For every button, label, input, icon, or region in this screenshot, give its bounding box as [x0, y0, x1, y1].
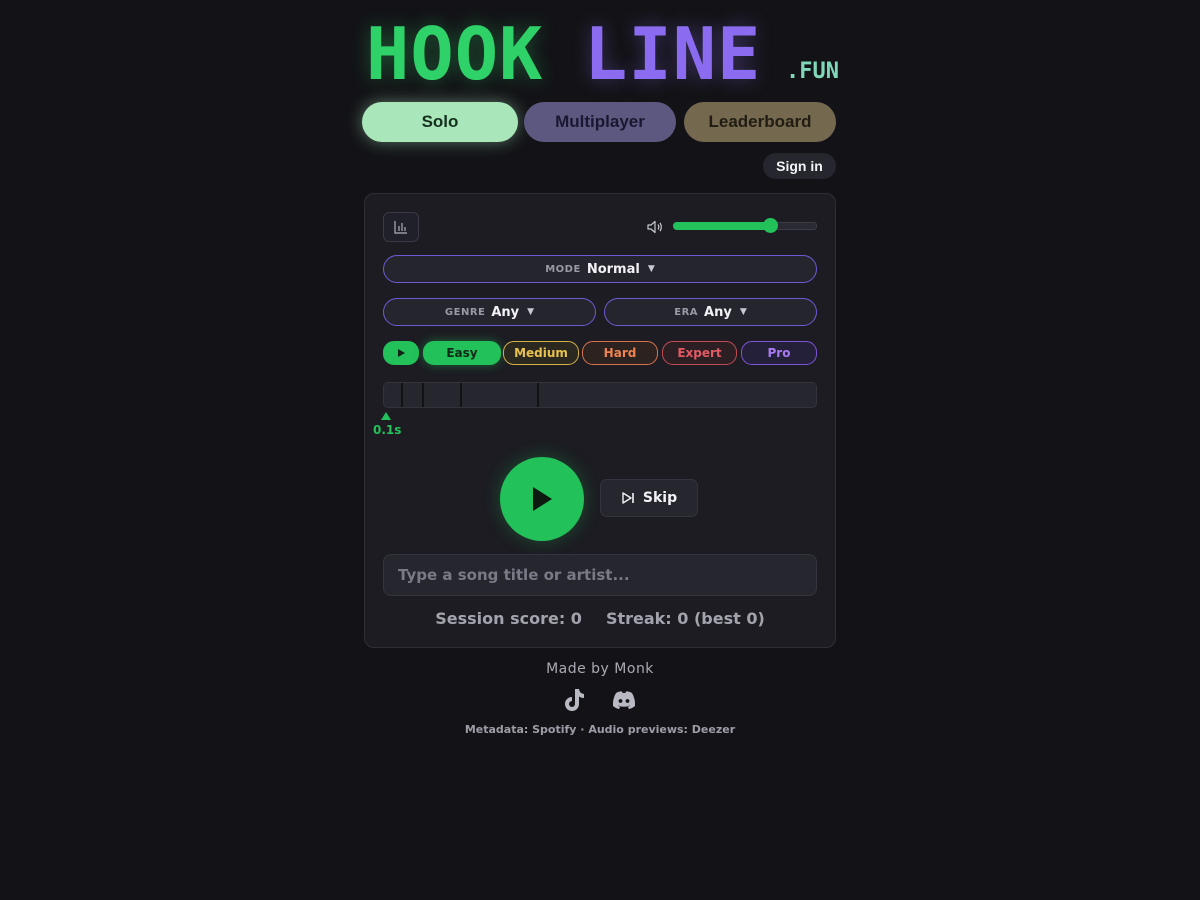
- timeline-marker-label: 0.1s: [373, 423, 402, 437]
- difficulty-easy[interactable]: Easy: [423, 341, 501, 365]
- skip-forward-icon: [622, 492, 634, 504]
- skip-label: Skip: [642, 490, 678, 506]
- chevron-down-icon: ▼: [647, 264, 655, 274]
- bar-chart-icon: [394, 221, 407, 234]
- game-card: MODE Normal ▼ GENRE Any ▼ ERA Any ▼ Easy…: [364, 193, 836, 648]
- logo-line: LINE: [584, 12, 762, 96]
- timeline-segment-mark: [460, 383, 463, 407]
- mode-value: Normal: [586, 261, 640, 277]
- difficulty-selector: Easy Medium Hard Expert Pro: [383, 341, 817, 365]
- session-score: Session score: 0: [435, 609, 582, 628]
- mode-select[interactable]: MODE Normal ▼: [383, 255, 817, 283]
- mode-label: MODE: [545, 263, 581, 275]
- logo: HOOK LINE .FUN: [366, 12, 846, 96]
- main-nav: Solo Multiplayer Leaderboard: [362, 102, 836, 142]
- genre-label: GENRE: [444, 306, 486, 318]
- clip-timeline: [383, 382, 817, 408]
- volume-knob[interactable]: [762, 218, 778, 233]
- era-label: ERA: [674, 306, 699, 318]
- credits: Metadata: Spotify · Audio previews: Deez…: [464, 723, 736, 736]
- guess-input[interactable]: [383, 554, 817, 596]
- preview-play-button[interactable]: [383, 341, 419, 365]
- chevron-down-icon: ▼: [527, 307, 535, 317]
- volume-slider[interactable]: [673, 218, 817, 233]
- timeline-marker: [381, 412, 391, 420]
- tab-leaderboard[interactable]: Leaderboard: [684, 102, 836, 142]
- tiktok-icon[interactable]: [564, 688, 586, 712]
- volume-fill: [673, 222, 770, 230]
- tab-multiplayer[interactable]: Multiplayer: [524, 102, 676, 142]
- stats-button[interactable]: [383, 212, 419, 242]
- difficulty-medium[interactable]: Medium: [503, 341, 579, 365]
- score-row: Session score: 0 Streak: 0 (best 0): [365, 609, 835, 631]
- era-value: Any: [704, 304, 732, 320]
- made-by: Made by Monk: [546, 661, 654, 677]
- era-select[interactable]: ERA Any ▼: [604, 298, 817, 326]
- skip-button[interactable]: Skip: [600, 479, 698, 517]
- logo-suffix: .FUN: [786, 59, 839, 84]
- sign-in-button[interactable]: Sign in: [763, 153, 836, 179]
- speaker-icon: [647, 220, 662, 234]
- difficulty-hard[interactable]: Hard: [582, 341, 658, 365]
- logo-hook: HOOK: [366, 12, 544, 96]
- difficulty-expert[interactable]: Expert: [662, 341, 737, 365]
- play-icon: [398, 349, 405, 357]
- difficulty-pro[interactable]: Pro: [741, 341, 817, 365]
- genre-select[interactable]: GENRE Any ▼: [383, 298, 596, 326]
- chevron-down-icon: ▼: [739, 307, 747, 317]
- streak: Streak: 0 (best 0): [605, 609, 765, 628]
- play-icon: [533, 487, 552, 511]
- social-links: [562, 688, 638, 714]
- genre-value: Any: [491, 304, 520, 320]
- timeline-segment-mark: [401, 383, 404, 407]
- tab-solo[interactable]: Solo: [362, 102, 518, 142]
- play-button[interactable]: [500, 457, 584, 541]
- timeline-segment-mark: [536, 383, 539, 407]
- discord-icon[interactable]: [612, 690, 636, 710]
- timeline-segment-mark: [422, 383, 425, 407]
